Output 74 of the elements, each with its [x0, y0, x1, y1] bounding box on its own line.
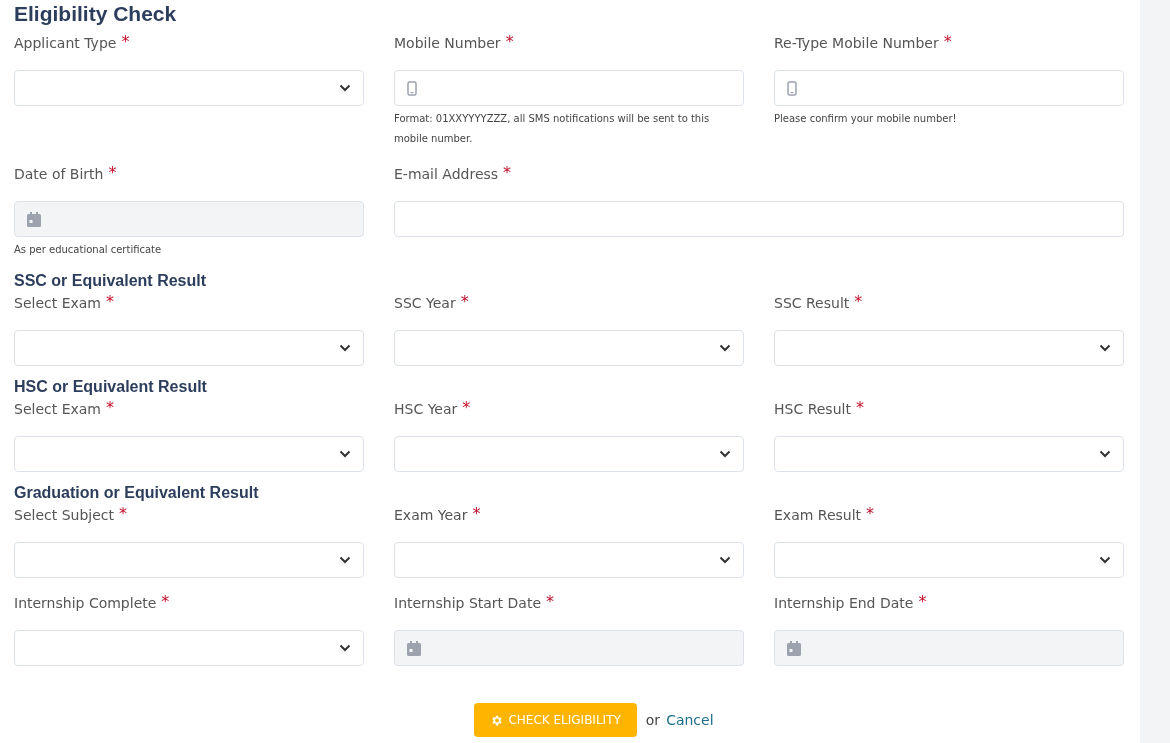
cancel-link[interactable]: Cancel: [666, 709, 714, 731]
field-label: SSC Result: [774, 294, 850, 312]
chevron-down-icon: [339, 450, 351, 458]
select-field[interactable]: [14, 436, 364, 472]
required-asterisk: *: [108, 165, 117, 181]
chevron-down-icon: [339, 84, 351, 92]
required-asterisk: *: [503, 165, 512, 181]
required-asterisk: *: [866, 506, 875, 522]
required-asterisk: *: [460, 294, 469, 310]
required-asterisk: *: [546, 594, 554, 610]
section-heading: Graduation or Equivalent Result: [14, 483, 260, 503]
chevron-down-icon: [719, 344, 731, 352]
field-label: Date of Birth: [14, 165, 104, 183]
phone-input-field[interactable]: [394, 70, 744, 106]
chevron-down-icon: [339, 344, 351, 352]
required-asterisk: *: [106, 400, 114, 416]
calendar-icon: [27, 211, 41, 227]
field-label: E-mail Address: [394, 165, 499, 183]
required-asterisk: *: [462, 400, 471, 416]
page-title: Eligibility Check: [14, 1, 178, 27]
field-label: SSC Year: [394, 294, 456, 312]
hint-text: Format: 01XXYYYYZZZ, all SMS notifications will be sent to this mobile number.: [394, 112, 711, 146]
or-text: or: [645, 710, 661, 730]
chevron-down-icon: [339, 644, 351, 652]
required-asterisk: *: [161, 594, 170, 610]
text-input-field[interactable]: [394, 201, 1124, 237]
select-field[interactable]: [14, 630, 364, 666]
required-asterisk: *: [855, 400, 864, 416]
section-heading: HSC or Equivalent Result: [14, 377, 208, 397]
select-field[interactable]: [14, 70, 364, 106]
chevron-down-icon: [719, 556, 731, 564]
select-field[interactable]: [394, 436, 744, 472]
select-field[interactable]: [774, 436, 1124, 472]
required-asterisk: *: [918, 594, 927, 610]
required-asterisk: *: [121, 34, 130, 50]
chevron-down-icon: [1099, 450, 1111, 458]
required-asterisk: *: [854, 294, 863, 310]
calendar-icon: [787, 640, 801, 656]
required-asterisk: *: [943, 34, 952, 50]
field-label: Exam Result: [774, 506, 862, 524]
field-label: Exam Year: [394, 506, 468, 524]
phone-icon: [407, 80, 417, 96]
field-label: Internship Start Date: [394, 594, 541, 612]
required-asterisk: *: [106, 294, 114, 310]
field-label: Mobile Number: [394, 34, 501, 52]
field-label: Re-Type Mobile Number: [774, 34, 939, 52]
select-field[interactable]: [774, 542, 1124, 578]
select-field[interactable]: [394, 542, 744, 578]
field-label: Select Exam: [14, 400, 101, 418]
calendar-icon: [407, 640, 421, 656]
hint-text: As per educational certificate: [14, 243, 163, 257]
gear-icon: [490, 713, 504, 727]
required-asterisk: *: [119, 506, 127, 522]
field-label: Applicant Type: [14, 34, 117, 52]
field-label: HSC Year: [394, 400, 458, 418]
phone-icon: [787, 80, 797, 96]
field-label: Internship End Date: [774, 594, 914, 612]
field-label: Internship Complete: [14, 594, 157, 612]
field-label: HSC Result: [774, 400, 851, 418]
phone-input-field[interactable]: [774, 70, 1124, 106]
select-field[interactable]: [774, 330, 1124, 366]
select-field[interactable]: [394, 330, 744, 366]
chevron-down-icon: [719, 450, 731, 458]
hint-text: Please confirm your mobile number!: [774, 112, 958, 126]
section-heading: SSC or Equivalent Result: [14, 271, 208, 291]
field-label: Select Exam: [14, 294, 101, 312]
select-field[interactable]: [14, 542, 364, 578]
chevron-down-icon: [1099, 556, 1111, 564]
chevron-down-icon: [1099, 344, 1111, 352]
required-asterisk: *: [472, 506, 481, 522]
field-label: Select Subject: [14, 506, 114, 524]
required-asterisk: *: [505, 34, 514, 50]
select-field[interactable]: [14, 330, 364, 366]
chevron-down-icon: [339, 556, 351, 564]
